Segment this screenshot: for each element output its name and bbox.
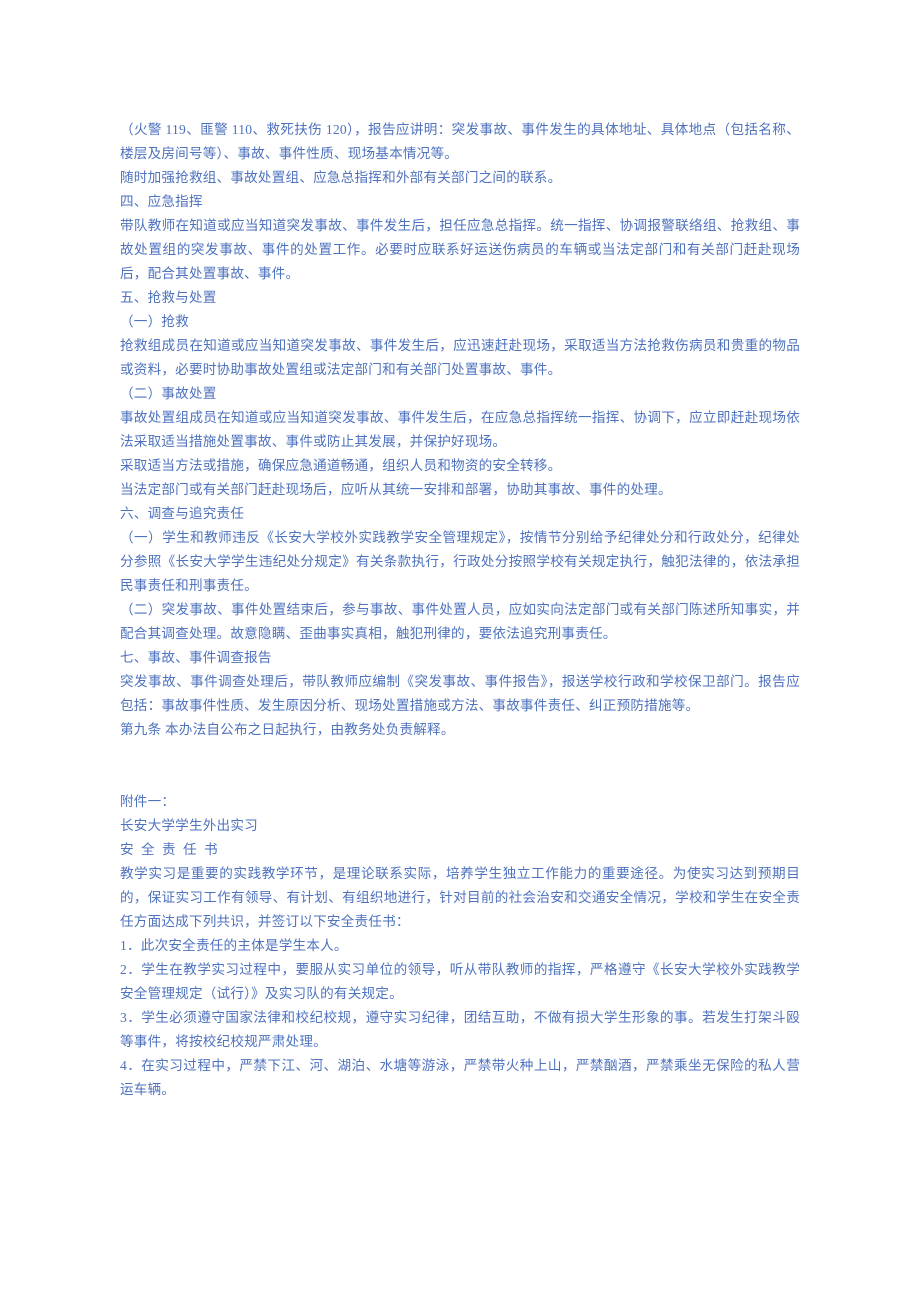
body-paragraph: 突发事故、事件调查处理后，带队教师应编制《突发事故、事件报告》，报送学校行政和学…	[120, 670, 800, 718]
document-page: （火警 119、匪警 110、救死扶伤 120），报告应讲明：突发事故、事件发生…	[0, 0, 920, 1302]
body-paragraph: 事故处置组成员在知道或应当知道突发事故、事件发生后，在应急总指挥统一指挥、协调下…	[120, 406, 800, 454]
appendix-title-line: 安 全 责 任 书	[120, 838, 800, 862]
blank-line	[120, 766, 800, 790]
body-paragraph: 抢救组成员在知道或应当知道突发事故、事件发生后，应迅速赶赴现场，采取适当方法抢救…	[120, 334, 800, 382]
section-heading: 六、调查与追究责任	[120, 502, 800, 526]
section-heading: 七、事故、事件调查报告	[120, 646, 800, 670]
appendix-item: 1．此次安全责任的主体是学生本人。	[120, 934, 800, 958]
body-paragraph: （一）学生和教师违反《长安大学校外实践教学安全管理规定》，按情节分别给予纪律处分…	[120, 526, 800, 598]
blank-line	[120, 742, 800, 766]
subheading: （二）事故处置	[120, 382, 800, 406]
body-paragraph: 当法定部门或有关部门赶赴现场后，应听从其统一安排和部署，协助其事故、事件的处理。	[120, 478, 800, 502]
appendix-intro: 教学实习是重要的实践教学环节，是理论联系实际，培养学生独立工作能力的重要途径。为…	[120, 862, 800, 934]
body-paragraph: 采取适当方法或措施，确保应急通道畅通，组织人员和物资的安全转移。	[120, 454, 800, 478]
appendix-item: 4．在实习过程中，严禁下江、河、湖泊、水塘等游泳，严禁带火种上山，严禁酗酒，严禁…	[120, 1054, 800, 1102]
body-paragraph: 随时加强抢救组、事故处置组、应急总指挥和外部有关部门之间的联系。	[120, 166, 800, 190]
subheading: （一）抢救	[120, 310, 800, 334]
body-paragraph: 第九条 本办法自公布之日起执行，由教务处负责解释。	[120, 718, 800, 742]
appendix-title-line: 长安大学学生外出实习	[120, 814, 800, 838]
appendix-item: 3．学生必须遵守国家法律和校纪校规，遵守实习纪律，团结互助，不做有损大学生形象的…	[120, 1006, 800, 1054]
body-paragraph: （火警 119、匪警 110、救死扶伤 120），报告应讲明：突发事故、事件发生…	[120, 118, 800, 166]
section-heading: 四、应急指挥	[120, 190, 800, 214]
appendix-item: 2．学生在教学实习过程中，要服从实习单位的领导，听从带队教师的指挥，严格遵守《长…	[120, 958, 800, 1006]
body-paragraph: 带队教师在知道或应当知道突发事故、事件发生后，担任应急总指挥。统一指挥、协调报警…	[120, 214, 800, 286]
section-heading: 五、抢救与处置	[120, 286, 800, 310]
body-paragraph: （二）突发事故、事件处置结束后，参与事故、事件处置人员，应如实向法定部门或有关部…	[120, 598, 800, 646]
appendix-label: 附件一：	[120, 790, 800, 814]
